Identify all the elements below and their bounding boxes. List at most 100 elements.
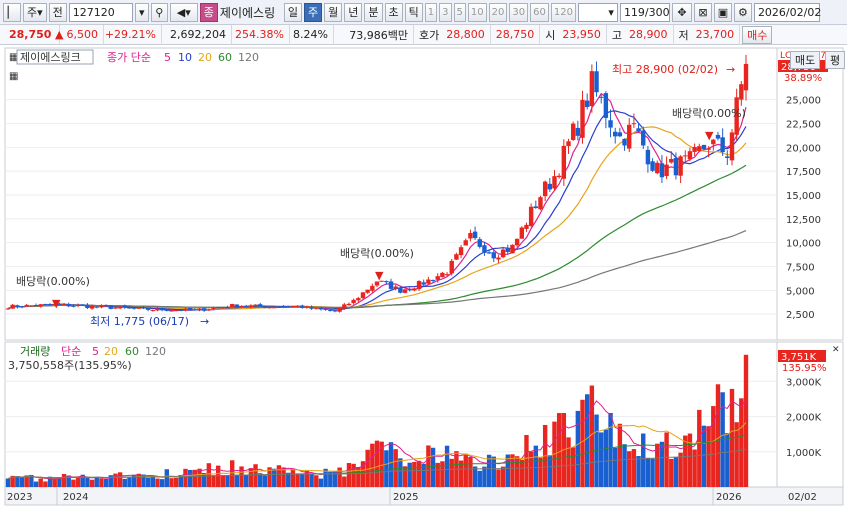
price-volume-chart[interactable]: ▦ 제이에스링크 종가 단순 5 10 20 60 120 ▦ 최고 28,90…	[0, 46, 847, 506]
stock-code-input[interactable]: 127120	[68, 2, 133, 22]
period-year-tab[interactable]: 년	[344, 2, 363, 22]
low-annotation: 최저 1,775 (06/17)	[90, 315, 189, 328]
candle-body	[19, 306, 25, 308]
volume-bar	[715, 384, 721, 487]
dividend-arrow-2: ▼	[375, 269, 384, 282]
candle-body	[159, 308, 165, 311]
quote-bar: 28,750 ▲ 6,500 +29.21% 2,692,204 254.38%…	[0, 24, 847, 45]
candle-body	[201, 308, 207, 311]
volume-bar	[687, 433, 693, 487]
candle-body	[622, 138, 627, 146]
candle-body	[150, 310, 155, 312]
volume-bar	[33, 481, 39, 487]
volume-tick-label: 2,000K	[786, 413, 822, 424]
period-minute-tab[interactable]: 분	[364, 2, 383, 22]
open-box: 시 23,950	[540, 24, 607, 45]
volume-bar	[272, 468, 277, 487]
count-field[interactable]: 119/300	[619, 2, 670, 22]
sell-button[interactable]: 매도	[790, 51, 821, 69]
candle-body	[416, 281, 422, 290]
volume-bar	[734, 422, 739, 487]
candle-body	[38, 304, 43, 307]
num-60-button[interactable]: 60	[530, 2, 549, 22]
volume-bar	[206, 463, 212, 487]
num-10-button[interactable]: 10	[467, 2, 487, 22]
candle-body	[444, 274, 450, 276]
chart-type-icon[interactable]: ▏	[3, 2, 21, 22]
date-field[interactable]: 2026/02/02	[753, 2, 821, 22]
period-second-tab[interactable]: 초	[384, 2, 403, 22]
volume-panel-title: 거래량	[20, 345, 50, 358]
volume-bar	[85, 477, 90, 487]
num-120-button[interactable]: 120	[550, 2, 576, 22]
num-1-button[interactable]: 1	[424, 2, 438, 22]
chart-settings-icon[interactable]: ⊠	[693, 2, 712, 22]
candle-body	[393, 286, 398, 289]
num-3-button[interactable]: 3	[439, 2, 452, 22]
candle-body	[678, 156, 683, 176]
candle-body	[258, 304, 263, 307]
candle-body	[725, 156, 730, 159]
dropdown-icon[interactable]: ▾	[134, 2, 149, 22]
gear-icon[interactable]: ⚙	[733, 2, 752, 22]
volume-bar	[706, 426, 711, 487]
candle-body	[706, 148, 711, 150]
volume-bar	[234, 474, 240, 487]
candle-body	[253, 304, 258, 307]
volume-bar	[286, 472, 291, 487]
candle-body	[636, 128, 641, 132]
candle-body	[486, 252, 492, 254]
candle-body	[547, 183, 553, 190]
volume-bar	[743, 354, 749, 487]
candle-body	[580, 99, 585, 138]
volume-bar	[514, 456, 520, 487]
candle-body	[631, 123, 637, 125]
volume-bar	[61, 473, 67, 487]
candle-body	[318, 307, 324, 310]
period-day-tab[interactable]: 일	[283, 2, 303, 22]
price-tick-label: 15,000	[786, 191, 821, 202]
market-selector[interactable]: 주 ▾	[23, 2, 47, 22]
crosshair-icon[interactable]: ✥	[671, 2, 692, 22]
ma120-label: 120	[238, 51, 259, 64]
num-20-button[interactable]: 20	[488, 2, 508, 22]
period-week-tab[interactable]: 주	[304, 2, 323, 22]
speaker-icon[interactable]: ◀▾	[169, 2, 198, 22]
candle-body	[440, 272, 445, 278]
prev-button[interactable]: 전	[48, 2, 67, 22]
dividend-arrow-3: ▼	[705, 129, 714, 142]
candle-body	[561, 145, 567, 179]
candle-body	[402, 289, 408, 293]
candle-body	[566, 141, 571, 147]
volume-bar	[290, 468, 296, 487]
volume-bar	[627, 451, 632, 487]
volume-bar	[580, 399, 585, 487]
volume-panel-close-icon[interactable]: ✕	[832, 345, 840, 355]
volume-bar	[258, 473, 263, 487]
candle-body	[575, 127, 581, 136]
num-5-button[interactable]: 5	[453, 2, 466, 22]
volume-bar	[412, 461, 417, 487]
period-tick-tab[interactable]: 틱	[404, 2, 423, 22]
vma60-label: 60	[125, 345, 139, 358]
price-tick-label: 5,000	[786, 286, 815, 297]
volume-bar	[678, 452, 683, 487]
volume-bar	[342, 476, 347, 487]
price-panel-title: 제이에스링크	[20, 51, 81, 64]
period-month-tab[interactable]: 월	[324, 2, 343, 22]
num-30-button[interactable]: 30	[509, 2, 529, 22]
volume-ratio: 254.38%	[232, 24, 290, 45]
volume-bar	[482, 466, 487, 487]
volume-bar	[566, 437, 571, 487]
eval-button[interactable]: 평	[825, 51, 846, 69]
volume-bar	[351, 463, 356, 487]
interval-select[interactable]: ▾	[577, 2, 618, 22]
turnover-pct: 8.24%	[290, 24, 334, 45]
buy-button[interactable]: 매수	[742, 25, 773, 44]
candle-body	[468, 233, 473, 239]
last-volume-pct: 135.95%	[782, 363, 827, 374]
save-icon[interactable]: ▣	[713, 2, 732, 22]
table-icon[interactable]: ▦	[9, 71, 18, 82]
low-box: 저 23,700	[674, 24, 741, 45]
search-icon[interactable]: ⚲	[150, 2, 168, 22]
